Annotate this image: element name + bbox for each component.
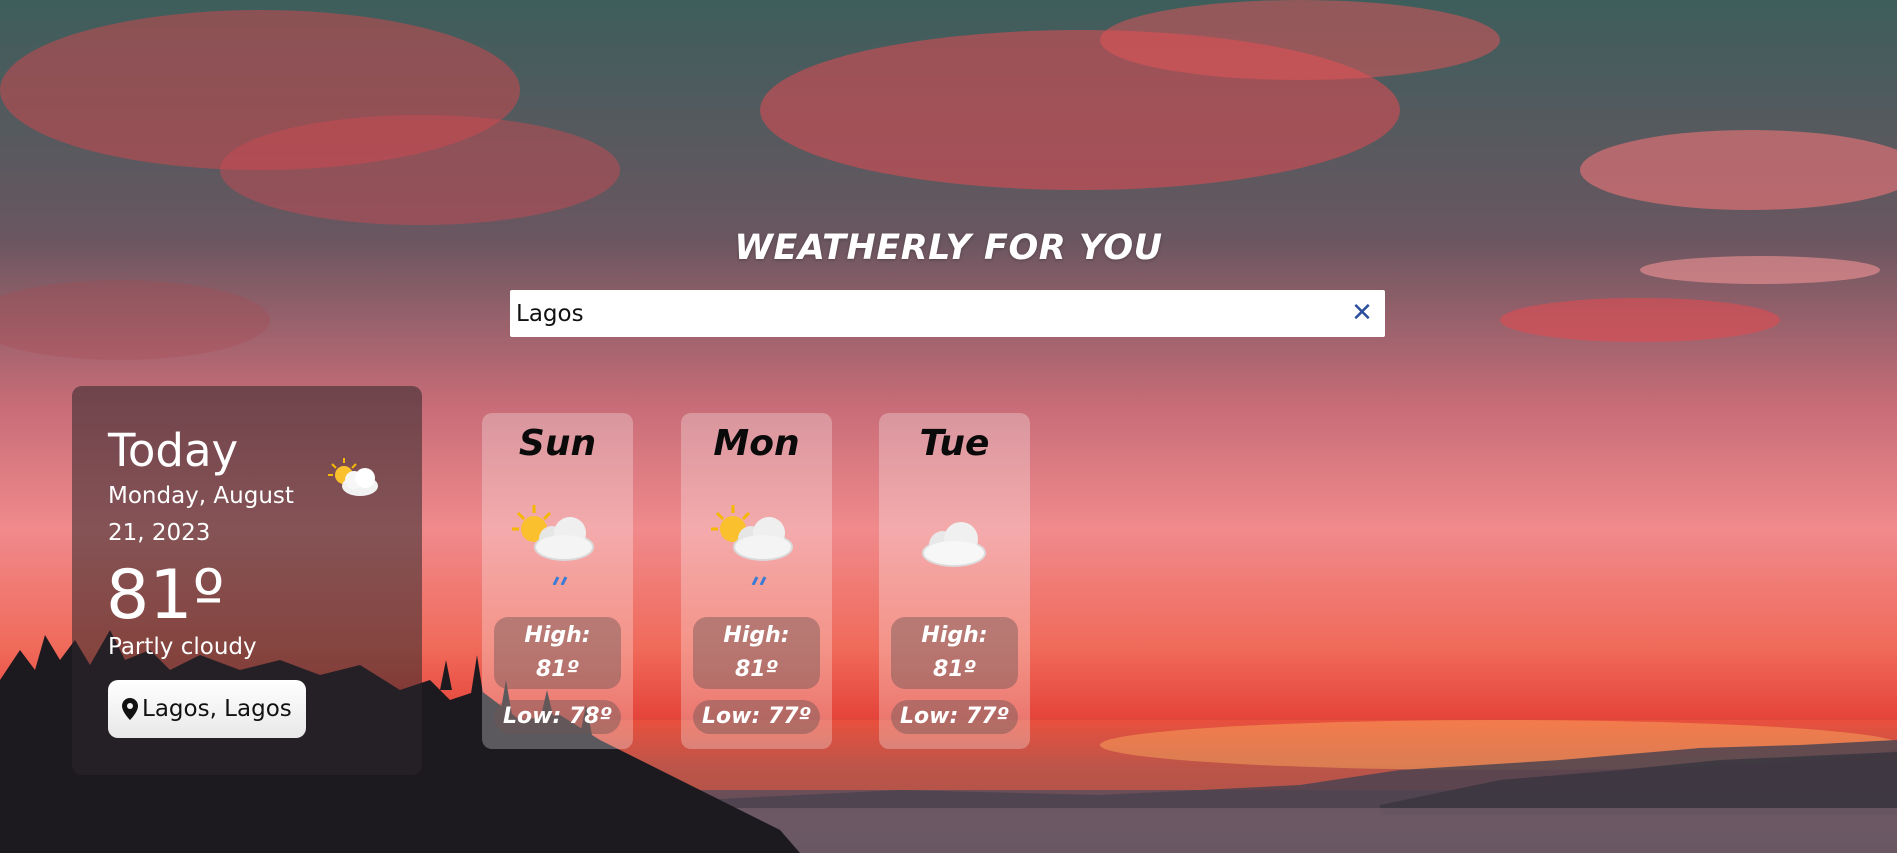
forecast-card-sun: Sun High: 81º Low: 78º <box>482 413 633 749</box>
forecast-high-text: High: 81º <box>524 623 591 682</box>
forecast-high: High: 81º <box>891 617 1018 689</box>
app-title: WEATHERLY FOR YOU <box>734 228 1163 268</box>
today-label: Today <box>108 424 239 477</box>
search-bar: ✕ <box>510 290 1385 337</box>
partly-cloudy-rain-icon <box>711 505 793 585</box>
forecast-high-text: High: 81º <box>921 623 988 682</box>
close-icon[interactable]: ✕ <box>1347 298 1377 328</box>
cloud-icon <box>922 522 986 567</box>
forecast-low: Low: 78º <box>494 700 621 734</box>
forecast-card-tue: Tue High: 81º Low: 77º <box>879 413 1030 749</box>
forecast-card-mon: Mon High: 81º Low: 77º <box>681 413 832 749</box>
location-button[interactable]: Lagos, Lagos <box>108 680 306 738</box>
forecast-day: Tue <box>919 423 990 464</box>
forecast-low: Low: 77º <box>693 700 820 734</box>
forecast-day: Sun <box>518 423 597 464</box>
today-temperature: 81º <box>106 556 225 635</box>
forecast-low: Low: 77º <box>891 700 1018 734</box>
forecast-high-text: High: 81º <box>723 623 790 682</box>
forecast-day: Mon <box>713 423 800 464</box>
partly-cloudy-icon <box>328 458 378 496</box>
forecast-high: High: 81º <box>693 617 820 689</box>
forecast-high: High: 81º <box>494 617 621 689</box>
location-label: Lagos, Lagos <box>142 696 292 722</box>
partly-cloudy-rain-icon <box>512 505 594 585</box>
today-date: Monday, August 21, 2023 <box>108 483 294 546</box>
map-pin-icon <box>122 698 138 720</box>
today-condition: Partly cloudy <box>108 634 257 660</box>
search-input[interactable] <box>516 290 1356 337</box>
today-card: Today Monday, August 21, 2023 81º Partly… <box>72 386 422 775</box>
